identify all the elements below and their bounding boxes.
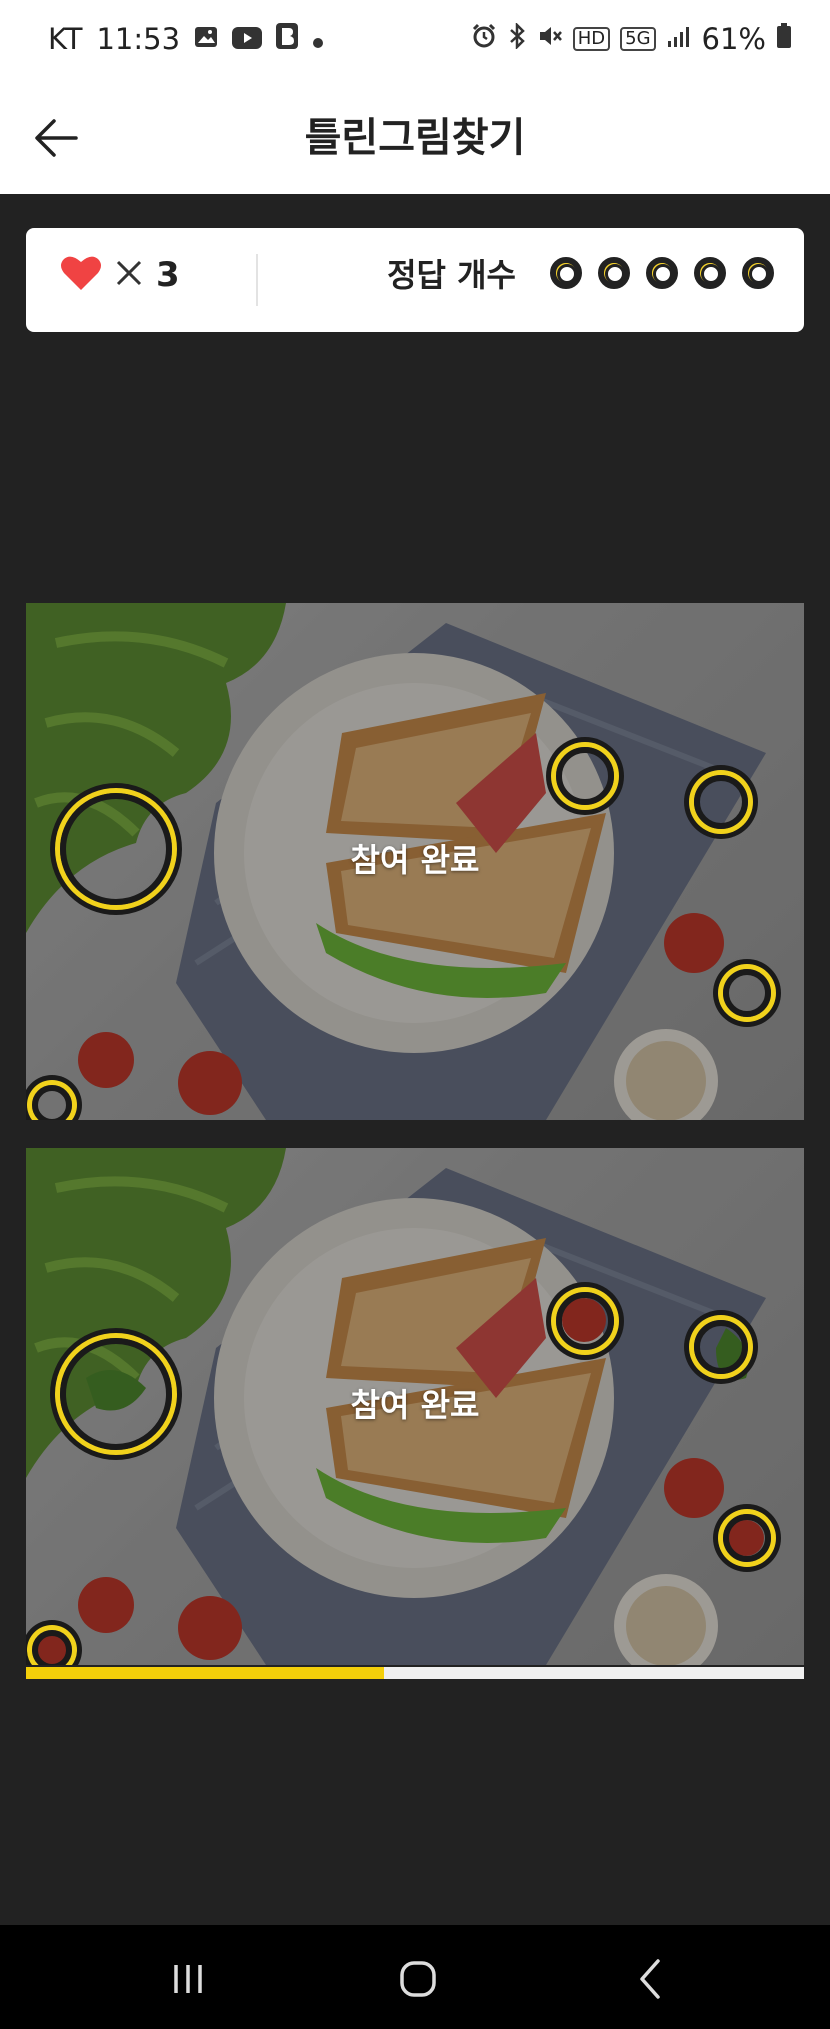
page-title: 틀린그림찾기 xyxy=(304,115,526,161)
alarm-icon xyxy=(471,22,497,56)
system-back-button[interactable] xyxy=(620,1951,680,2007)
found-spot-marker xyxy=(723,1514,771,1562)
answer-slot-icon xyxy=(742,257,774,289)
original-image[interactable]: 참여 완료 xyxy=(26,603,804,1120)
heart-icon xyxy=(60,254,102,296)
found-spot-marker xyxy=(556,747,614,805)
5g-icon: 5G xyxy=(620,27,656,51)
youtube-icon xyxy=(232,22,263,56)
time-progress-fill xyxy=(26,1667,384,1679)
found-spot-marker xyxy=(694,1320,748,1374)
app-bar: 틀린그림찾기 xyxy=(0,86,830,194)
hd-icon: HD xyxy=(572,27,611,51)
mute-icon xyxy=(537,22,563,56)
time-progress-bar xyxy=(26,1667,804,1679)
recent-apps-button[interactable] xyxy=(158,1951,218,2007)
carrier-label: KT xyxy=(48,22,83,56)
lives-count: 3 xyxy=(156,255,180,295)
answer-slot-icon xyxy=(646,257,678,289)
home-icon xyxy=(388,1961,448,2011)
score-card: 3 정답 개수 xyxy=(26,228,804,332)
battery-icon xyxy=(776,22,792,56)
participation-complete-label: 참여 완료 xyxy=(350,841,480,879)
found-spot-marker xyxy=(694,775,748,829)
modified-image[interactable]: 참여 완료 xyxy=(26,1148,804,1665)
status-left: KT 11:53 xyxy=(48,22,324,56)
dot-icon xyxy=(312,22,324,56)
answers-label: 정답 개수 xyxy=(387,256,516,294)
gallery-icon xyxy=(194,22,218,56)
found-spot-marker xyxy=(723,969,771,1017)
participation-complete-label: 참여 완료 xyxy=(350,1386,480,1424)
home-button[interactable] xyxy=(388,1951,448,2007)
answer-slot-icon xyxy=(598,257,630,289)
answer-slot-icon xyxy=(694,257,726,289)
clock: 11:53 xyxy=(96,22,181,56)
back-icon xyxy=(620,1959,680,2011)
status-right: HD 5G 61% xyxy=(471,21,792,56)
bluetooth-icon xyxy=(507,21,527,56)
found-spot-marker xyxy=(32,1085,72,1120)
answers-indicator: 정답 개수 xyxy=(387,250,774,296)
system-nav-bar xyxy=(0,1925,830,2029)
recent-apps-icon xyxy=(158,1965,218,2011)
battery-label: 61% xyxy=(701,22,766,56)
b-app-icon xyxy=(276,22,299,56)
card-divider xyxy=(256,254,258,306)
status-bar: KT 11:53 HD 5G 61% xyxy=(0,0,830,86)
found-spot-marker xyxy=(556,1292,614,1350)
answer-slot-icon xyxy=(550,257,582,289)
found-spot-marker xyxy=(32,1630,72,1665)
lives-indicator: 3 xyxy=(60,254,180,296)
signal-icon xyxy=(666,22,692,56)
multiply-icon xyxy=(114,258,144,292)
